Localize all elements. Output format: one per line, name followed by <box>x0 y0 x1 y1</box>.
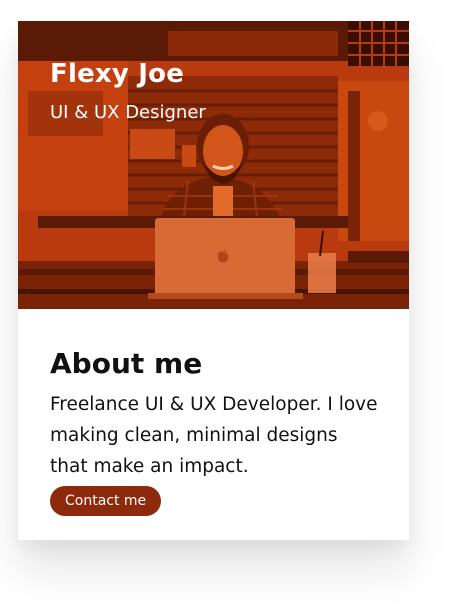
contact-button[interactable]: Contact me <box>50 486 162 516</box>
apple-icon <box>216 247 230 263</box>
about-text: Freelance UI & UX Developer. I love maki… <box>50 394 378 477</box>
profile-role: UI & UX Designer <box>50 102 206 123</box>
profile-card: Flexy Joe UI & UX Designer About me Free… <box>18 21 409 540</box>
profile-photo: Flexy Joe UI & UX Designer <box>18 21 409 309</box>
profile-name: Flexy Joe <box>50 59 185 89</box>
about-section: About me Freelance UI & UX Developer. I … <box>50 347 380 516</box>
about-title: About me <box>50 347 203 380</box>
